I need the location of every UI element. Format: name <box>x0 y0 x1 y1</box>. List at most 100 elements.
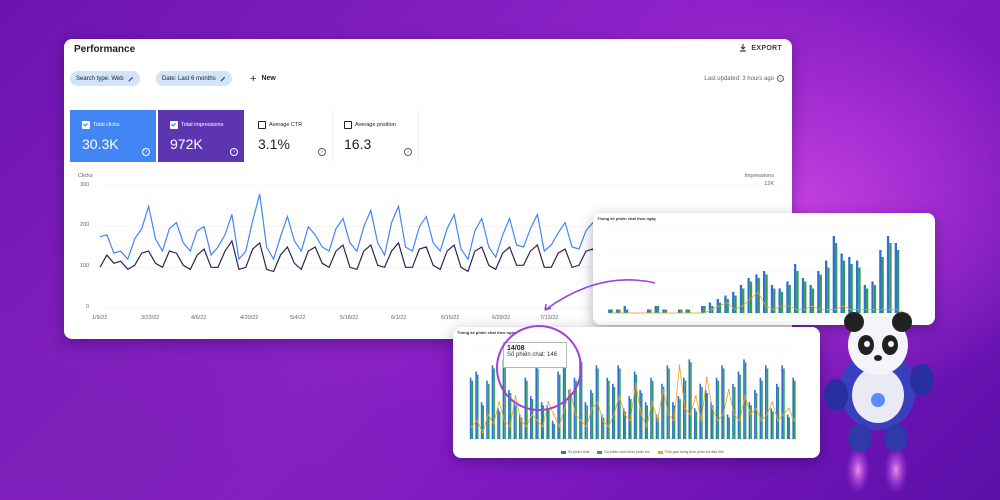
line-point <box>503 419 506 422</box>
bar <box>783 368 785 439</box>
line-point <box>645 425 648 428</box>
line-point <box>481 432 484 434</box>
line-point <box>700 419 703 422</box>
line-point <box>541 425 544 428</box>
bar <box>772 411 774 439</box>
line-point <box>656 419 659 422</box>
line-point <box>738 419 741 422</box>
line-point <box>787 407 790 410</box>
bar <box>734 295 737 313</box>
bar <box>664 309 667 313</box>
line-point <box>558 425 561 428</box>
bar <box>612 383 614 439</box>
line-point <box>651 401 653 404</box>
line-point <box>591 407 593 410</box>
line-point <box>607 425 610 428</box>
bar <box>615 309 619 313</box>
bar <box>679 399 681 439</box>
bar <box>471 380 474 439</box>
line-point <box>634 382 637 385</box>
bar <box>475 371 477 439</box>
bar <box>763 271 766 313</box>
bar <box>724 295 727 313</box>
bar <box>786 414 789 439</box>
line-point <box>782 413 785 416</box>
bar <box>778 288 781 313</box>
bar <box>796 271 799 313</box>
bar <box>491 365 494 439</box>
bar <box>633 371 636 439</box>
bar <box>548 408 550 439</box>
bar <box>628 396 630 439</box>
bar <box>722 368 725 439</box>
bar <box>766 368 769 439</box>
line-point <box>580 419 582 422</box>
line-point <box>678 364 681 367</box>
bar <box>737 371 740 439</box>
bar <box>666 365 669 439</box>
bar <box>690 362 692 439</box>
bar <box>651 380 654 439</box>
bar <box>801 278 805 313</box>
bar <box>569 393 572 439</box>
bar <box>487 383 490 439</box>
line-point <box>470 425 473 428</box>
bar <box>739 285 743 313</box>
bar <box>610 309 613 313</box>
bar <box>755 393 758 439</box>
line-point <box>552 413 555 416</box>
bar <box>747 278 750 313</box>
bar <box>476 374 479 439</box>
bar <box>718 302 722 313</box>
bar <box>646 309 650 313</box>
line-point <box>684 407 686 410</box>
line-point <box>525 425 528 428</box>
bar <box>759 377 762 439</box>
bar <box>754 389 756 439</box>
bar <box>794 380 796 439</box>
bar <box>726 299 729 313</box>
bar <box>786 281 789 313</box>
line-point <box>618 395 621 397</box>
bar <box>623 306 626 313</box>
bar <box>721 365 723 439</box>
bar <box>668 368 670 439</box>
line-point <box>623 413 626 416</box>
chart-title: Thống kê phiên chat theo ngày <box>597 216 656 221</box>
bar <box>776 383 778 439</box>
line-point <box>749 413 752 416</box>
line-point <box>673 419 675 422</box>
line-point <box>536 419 539 422</box>
bar <box>708 302 712 313</box>
bar <box>685 309 688 313</box>
line-point <box>640 413 643 416</box>
bar <box>804 281 807 313</box>
line-point <box>531 413 533 416</box>
bar <box>706 393 709 439</box>
bar <box>704 389 707 439</box>
bar <box>619 368 621 439</box>
line-point <box>722 413 725 416</box>
line-point <box>695 395 697 397</box>
line-point <box>574 413 577 416</box>
line-point <box>777 419 779 422</box>
bar <box>656 306 660 313</box>
line-point <box>766 413 768 416</box>
bar <box>742 288 745 313</box>
bar <box>687 309 691 313</box>
line-point <box>793 419 796 422</box>
line-point <box>662 389 664 391</box>
line-point <box>602 419 604 422</box>
legend-item: Số phiên chat <box>561 450 589 454</box>
bar <box>608 309 611 313</box>
bar <box>750 405 752 439</box>
bar <box>584 402 587 439</box>
bar <box>654 306 657 313</box>
bar <box>644 402 647 439</box>
bar <box>513 402 516 439</box>
bar <box>765 365 767 439</box>
bar <box>551 420 554 439</box>
bar <box>498 411 501 439</box>
bar <box>606 377 609 439</box>
bar <box>811 288 815 313</box>
